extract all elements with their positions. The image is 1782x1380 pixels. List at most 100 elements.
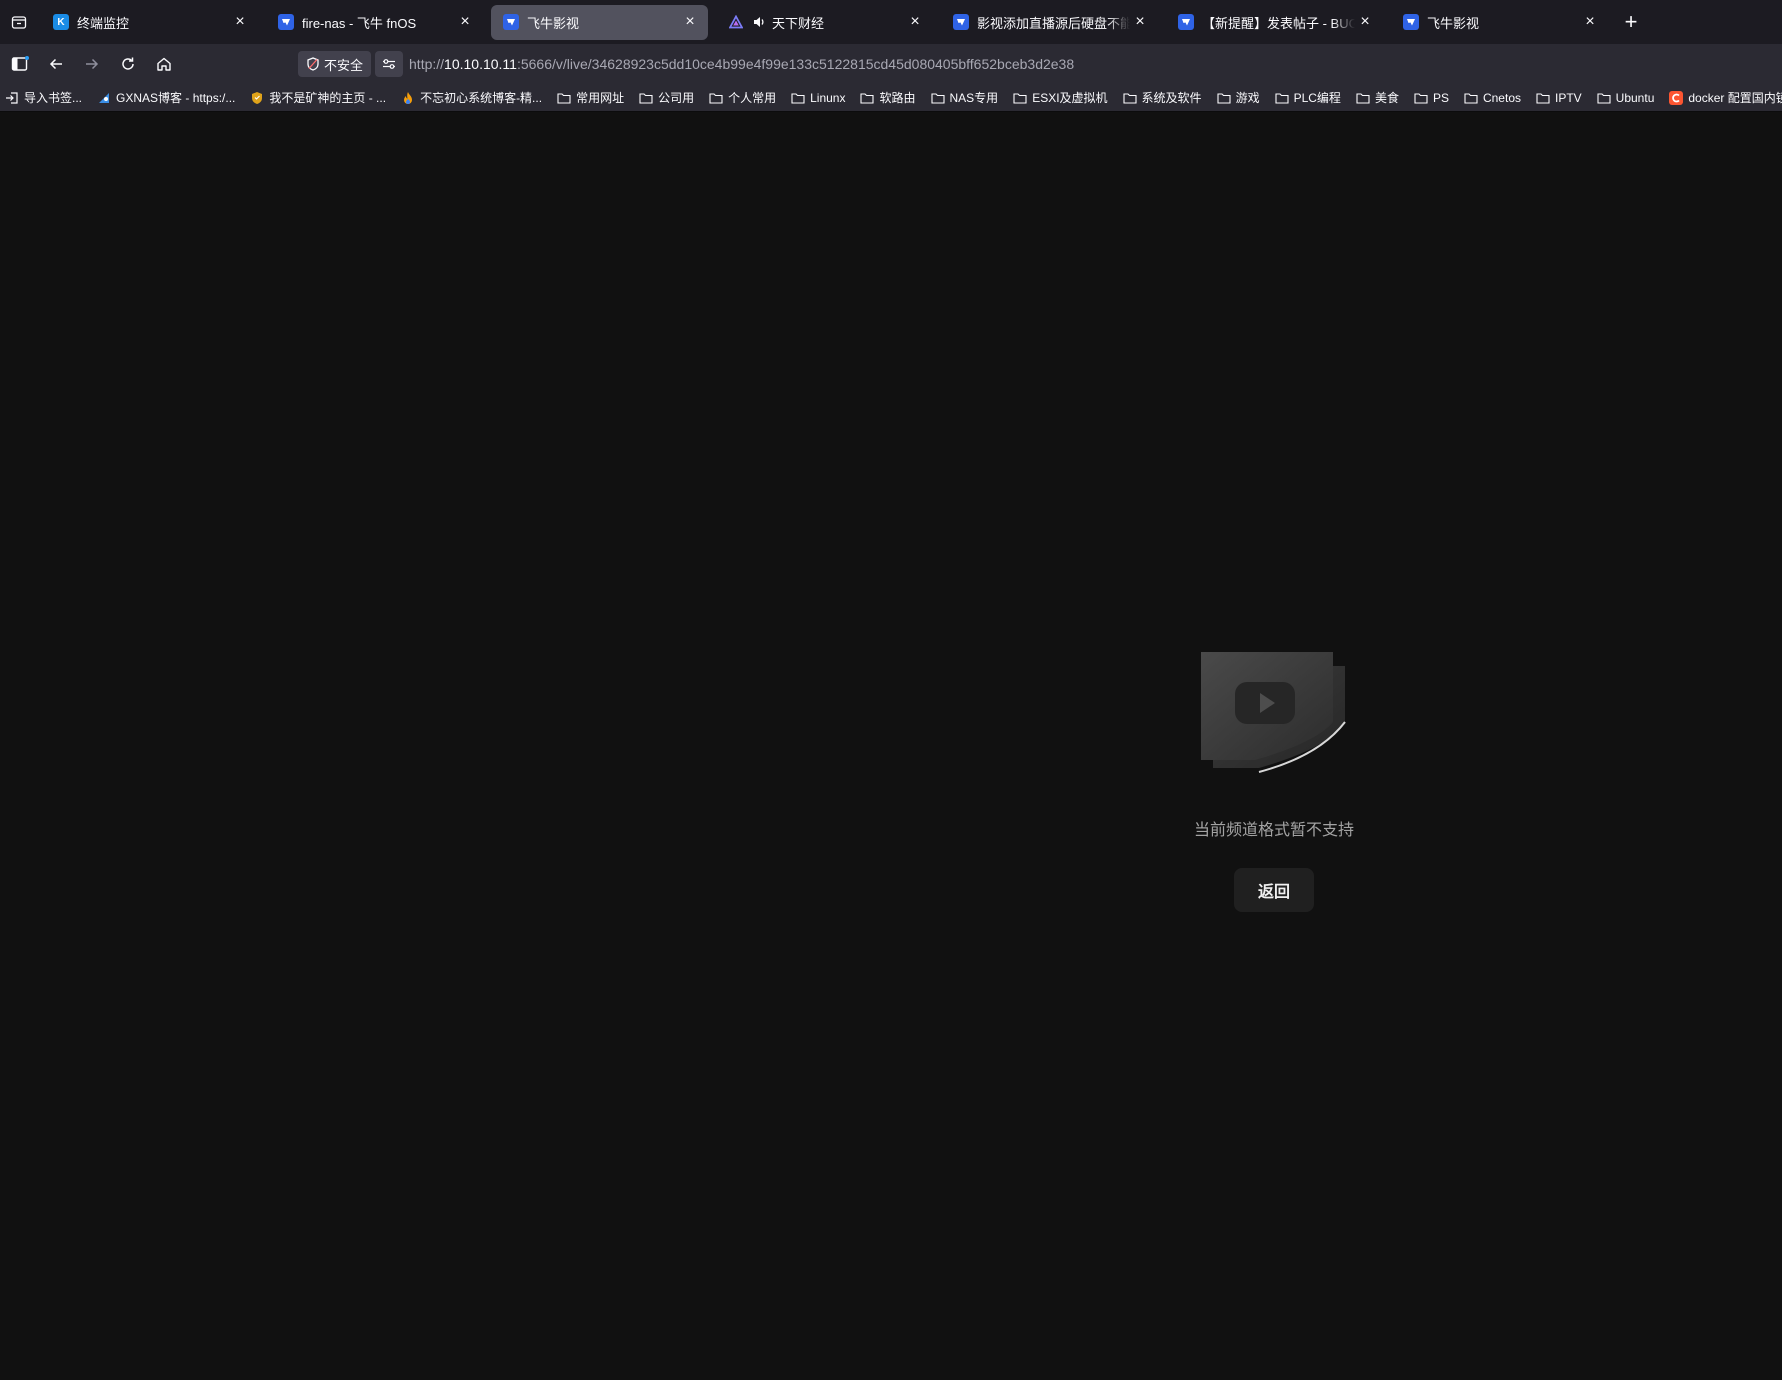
tab-title: fire-nas - 飞牛 fnOS [302,15,417,31]
bookmark-label: 导入书签... [24,91,83,105]
bookmark-2[interactable]: 我不是矿神的主页 - ... [245,86,390,110]
back-nav-button[interactable] [40,48,72,80]
bookmark-label: 个人常用 [728,91,777,105]
tab-close-button[interactable]: × [905,12,925,32]
tab-0[interactable]: K 终端监控 × [41,5,258,40]
tab-close-button[interactable]: × [680,12,700,32]
tab-strip: K 终端监控 × fire-nas - 飞牛 fnOS × 飞牛影视 × 天下财经 × 影视添加直… [0,0,1782,44]
tab-close-button[interactable]: × [1355,12,1375,32]
reload-icon [122,57,134,70]
sidebar-button[interactable] [4,48,36,80]
tab-title: 天下财经 [772,15,825,31]
tab-list-icon [11,16,27,29]
bookmark-label: PS [1432,90,1449,105]
tab-close-button[interactable]: × [230,12,250,32]
url-host: 10.10.10.11 [444,56,517,72]
folder-icon [1274,90,1290,106]
bookmarks-toolbar: 导入书签... GXNAS博客 - https:/... 我不是矿神的主页 - ..… [0,84,1782,112]
csdn-c-icon [1668,90,1684,106]
bookmark-label: 我不是矿神的主页 - ... [269,91,387,105]
folder-icon [790,90,806,106]
bookmark-7[interactable]: Linunx [786,86,849,110]
bookmark-label: Cnetos [1482,90,1521,105]
tab-list-button[interactable] [3,6,35,38]
tab-title: 终端监控 [77,15,130,31]
tab-close-button[interactable]: × [455,12,475,32]
fnos-icon [953,14,969,30]
k-logo-icon: K [53,14,69,30]
bookmark-8[interactable]: 软路由 [855,86,919,110]
new-tab-button[interactable]: + [1616,7,1646,37]
fnos-icon [1403,14,1419,30]
folder-icon [1596,90,1612,106]
bookmark-label: Ubuntu [1615,90,1655,105]
folder-icon [1535,90,1551,106]
tab-title: 飞牛影视 [527,15,580,31]
tab-3[interactable]: 天下财经 × [716,5,933,40]
url-text[interactable]: http://10.10.10.11:5666/v/live/34628923c… [409,56,1074,72]
bookmark-10[interactable]: ESXI及虚拟机 [1008,86,1111,110]
gxnas-icon [96,90,112,106]
back-button[interactable]: 返回 [1234,868,1314,912]
bookmark-9[interactable]: NAS专用 [926,86,1003,110]
bookmark-label: ESXI及虚拟机 [1032,91,1108,105]
folder-icon [1012,90,1028,106]
bookmark-1[interactable]: GXNAS博客 - https:/... [92,86,239,110]
flame-icon [400,90,416,106]
bookmark-16[interactable]: Cnetos [1459,86,1525,110]
bookmark-14[interactable]: 美食 [1351,86,1403,110]
bookmark-label: 软路由 [879,91,916,105]
folder-icon [1463,90,1479,106]
bookmark-15[interactable]: PS [1409,86,1453,110]
url-bar[interactable]: 不安全 http://10.10.10.11:5666/v/live/34628… [298,48,1782,80]
forward-nav-button[interactable] [76,48,108,80]
bookmark-5[interactable]: 公司用 [634,86,698,110]
bookmark-17[interactable]: IPTV [1531,86,1586,110]
bookmark-11[interactable]: 系统及软件 [1118,86,1206,110]
unsupported-format-message: 当前频道格式暂不支持 [1193,822,1354,839]
folder-icon [1216,90,1232,106]
navigation-toolbar: 不安全 http://10.10.10.11:5666/v/live/34628… [0,44,1782,84]
bookmark-3[interactable]: 不忘初心系统博客-精... [396,86,546,110]
tab-2[interactable]: 飞牛影视 × [491,4,708,40]
tab-1[interactable]: fire-nas - 飞牛 fnOS × [266,5,483,40]
bookmark-6[interactable]: 个人常用 [704,86,780,110]
page-content: 当前频道格式暂不支持 返回 [0,113,1782,1380]
home-button[interactable] [148,48,180,80]
tab-close-button[interactable]: × [1580,12,1600,32]
sidebar-icon [11,56,29,71]
bookmark-13[interactable]: PLC编程 [1270,86,1345,110]
tab-4[interactable]: 影视添加直播源后硬盘不能休眠× [941,5,1158,40]
arrow-left-icon [49,58,62,70]
bookmark-label: Linunx [810,90,846,105]
folder-icon [1413,90,1429,106]
bookmark-label: 常用网址 [576,91,625,105]
bookmark-12[interactable]: 游戏 [1212,86,1264,110]
url-scheme: http:// [409,56,445,72]
shield-badge-icon [249,90,265,106]
bookmark-4[interactable]: 常用网址 [552,86,628,110]
folder-icon [708,90,724,106]
bookmark-19[interactable]: docker 配置国内镜 [1664,86,1782,110]
tab-title: 飞牛影视 [1427,15,1480,31]
folder-icon [556,90,572,106]
bookmark-0[interactable]: 导入书签... [0,86,86,110]
security-indicator[interactable]: 不安全 [298,51,372,77]
tab-6[interactable]: 飞牛影视 × [1391,5,1608,40]
tab-5[interactable]: 【新提醒】发表帖子 - BUG反馈× [1166,5,1383,40]
video-play-icon [1201,652,1346,773]
bookmark-label: 系统及软件 [1141,91,1202,105]
bookmark-label: IPTV [1555,90,1582,105]
triangle-icon [728,14,744,30]
bookmark-18[interactable]: Ubuntu [1592,86,1659,110]
tab-close-button[interactable]: × [1130,12,1150,32]
speaker-icon[interactable] [752,15,766,29]
reload-button[interactable] [112,48,144,80]
permissions-button[interactable] [375,51,404,77]
bookmark-label: GXNAS博客 - https:/... [116,91,236,105]
bookmark-label: 美食 [1374,91,1399,105]
bookmark-label: 公司用 [658,91,695,105]
fnos-icon [503,14,519,30]
folder-icon [930,90,946,106]
video-placeholder-illustration [1199,650,1349,776]
